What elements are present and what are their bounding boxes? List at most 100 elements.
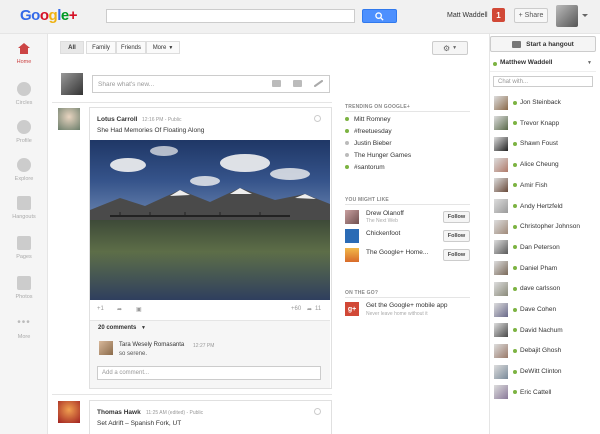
trending-title: TRENDING ON GOOGLE+ xyxy=(345,104,411,110)
avatar[interactable] xyxy=(345,229,359,243)
chat-contact[interactable]: Dave Cohen xyxy=(494,301,596,318)
share-count-icon: ➦ xyxy=(307,307,313,313)
chat-contact[interactable]: Eric Cattell xyxy=(494,384,596,401)
nav-pages[interactable]: Pages xyxy=(0,236,48,260)
trending-item[interactable]: Justin Bieber xyxy=(345,140,392,147)
post-time[interactable]: 12:16 PM - Public xyxy=(142,117,181,123)
comments-toggle[interactable]: 20 comments ▼ xyxy=(98,325,146,331)
search-input[interactable] xyxy=(106,9,355,23)
avatar xyxy=(494,364,508,379)
filter-more[interactable]: More ▼ xyxy=(146,41,180,54)
filter-all[interactable]: All xyxy=(60,41,84,54)
chevron-down-icon[interactable] xyxy=(582,14,588,17)
suggestion-name[interactable]: Chickenfoot xyxy=(366,230,400,237)
plus-one-button[interactable]: +1 xyxy=(97,306,104,312)
chat-header[interactable]: Matthew Waddell ▼ xyxy=(490,59,596,72)
chat-contact[interactable]: Trevor Knapp xyxy=(494,115,596,132)
follow-button[interactable]: Follow xyxy=(443,249,470,261)
comment-author[interactable]: Tara Wesely Romasanta xyxy=(119,342,184,348)
trending-item[interactable]: Mitt Romney xyxy=(345,116,390,123)
chevron-down-icon: ▼ xyxy=(141,325,146,331)
chat-contact-name: Trevor Knapp xyxy=(520,119,560,127)
plus-count: +60 xyxy=(291,306,302,312)
chat-contact[interactable]: David Nachum xyxy=(494,322,596,339)
google-plus-logo[interactable]: Google+ xyxy=(20,7,77,24)
camera-icon[interactable] xyxy=(272,80,281,87)
trending-item[interactable]: #freetuesday xyxy=(345,128,392,135)
chat-contact[interactable]: Andy Hertzfeld xyxy=(494,198,596,215)
avatar xyxy=(494,323,508,338)
avatar[interactable] xyxy=(556,5,578,27)
suggestion-name[interactable]: Drew Olanoff xyxy=(366,210,404,217)
avatar[interactable] xyxy=(345,248,359,262)
trending-item[interactable]: The Hunger Games xyxy=(345,152,411,159)
chat-contact[interactable]: Jon Steinback xyxy=(494,94,596,111)
post-author[interactable]: Thomas Hawk xyxy=(97,409,141,416)
post-text: Set Adrift – Spanish Fork, UT xyxy=(97,420,182,427)
filter-family[interactable]: Family xyxy=(86,41,116,54)
notification-badge[interactable]: 1 xyxy=(492,8,505,22)
comment-time: 12:27 PM xyxy=(193,343,215,349)
avatar xyxy=(494,302,508,317)
nav-circles[interactable]: Circles xyxy=(0,82,48,106)
post-card xyxy=(89,400,332,434)
post-time[interactable]: 11:25 AM (edited) - Public xyxy=(146,410,203,416)
share-button[interactable]: + Share xyxy=(514,8,548,23)
nav-home[interactable]: Home xyxy=(0,42,48,65)
post-author[interactable]: Lotus Carroll xyxy=(97,116,137,123)
trending-item[interactable]: #santorum xyxy=(345,164,385,171)
avatar[interactable] xyxy=(58,401,80,423)
post-photo[interactable] xyxy=(90,140,330,300)
settings-button[interactable]: ⚙ ▼ xyxy=(432,41,468,55)
user-name[interactable]: Matt Waddell xyxy=(447,12,488,19)
chat-contact[interactable]: DeWitt Clinton xyxy=(494,363,596,380)
chat-search-input[interactable]: Chat with... xyxy=(493,76,593,87)
post-menu-icon[interactable] xyxy=(314,408,321,415)
chat-contact-name: Jon Steinback xyxy=(520,99,561,106)
pages-icon xyxy=(17,236,31,250)
chat-contact[interactable]: dave carlsson xyxy=(494,280,596,297)
suggestion-name[interactable]: The Google+ Home... xyxy=(366,249,428,256)
google-plus-icon[interactable]: g+ xyxy=(345,302,359,316)
chat-contact[interactable]: Amir Fish xyxy=(494,177,596,194)
camera-icon xyxy=(17,276,31,290)
home-icon xyxy=(18,43,30,54)
start-hangout-button[interactable]: Start a hangout xyxy=(490,36,596,52)
online-dot-icon xyxy=(513,224,517,229)
link-icon[interactable] xyxy=(314,80,323,87)
video-icon[interactable] xyxy=(293,80,302,87)
chat-contact[interactable]: Dan Peterson xyxy=(494,239,596,256)
post-menu-icon[interactable] xyxy=(314,115,321,122)
online-dot-icon xyxy=(513,121,517,126)
chat-contact-name: DeWitt Clinton xyxy=(520,368,562,376)
follow-button[interactable]: Follow xyxy=(443,230,470,242)
chat-contact[interactable]: Alice Cheung xyxy=(494,156,596,173)
chat-contact[interactable]: Christopher Johnson xyxy=(494,218,596,235)
mobile-app-link[interactable]: Get the Google+ mobile app xyxy=(366,302,448,309)
chat-contact[interactable]: Debajit Ghosh xyxy=(494,342,596,359)
nav-more[interactable]: ••• More xyxy=(0,316,48,340)
follow-button[interactable]: Follow xyxy=(443,211,470,223)
hangout-icon[interactable]: ▣ xyxy=(136,306,142,313)
share-icon[interactable]: ➦ xyxy=(117,306,122,313)
avatar[interactable] xyxy=(99,341,113,355)
avatar xyxy=(494,178,508,193)
chat-contact[interactable]: Shawn Foust xyxy=(494,135,596,152)
avatar xyxy=(494,281,508,296)
chevron-down-icon: ▼ xyxy=(168,44,174,51)
search-button[interactable] xyxy=(362,9,397,23)
filter-friends[interactable]: Friends xyxy=(116,41,146,54)
nav-profile[interactable]: Profile xyxy=(0,120,48,144)
add-comment-input[interactable]: Add a comment... xyxy=(97,366,321,380)
nav-photos[interactable]: Photos xyxy=(0,276,48,300)
nav-explore[interactable]: Explore xyxy=(0,158,48,182)
gear-icon: ⚙ xyxy=(442,43,451,53)
avatar[interactable] xyxy=(58,108,80,130)
avatar xyxy=(494,95,508,110)
video-icon xyxy=(512,40,522,48)
chat-contact[interactable]: Daniel Pham xyxy=(494,260,596,277)
online-dot-icon xyxy=(513,369,517,374)
comment-text: so serene. xyxy=(119,351,148,357)
avatar[interactable] xyxy=(345,210,359,224)
nav-hangouts[interactable]: Hangouts xyxy=(0,196,48,220)
